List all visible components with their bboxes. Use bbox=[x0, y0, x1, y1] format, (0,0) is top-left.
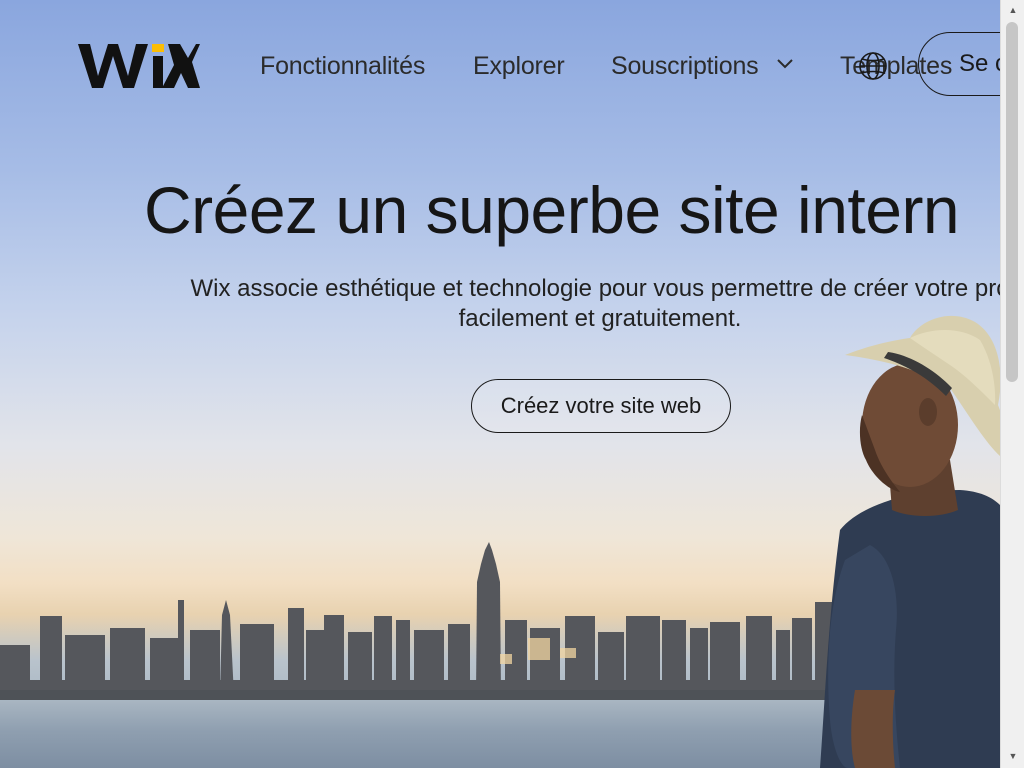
scroll-thumb[interactable] bbox=[1006, 22, 1018, 382]
hero-title: Créez un superbe site intern bbox=[144, 173, 960, 247]
globe-icon[interactable] bbox=[857, 50, 889, 82]
scroll-up-arrow-icon[interactable]: ▲ bbox=[1007, 4, 1019, 16]
nav-features-link[interactable]: Fonctionnalités bbox=[260, 52, 425, 81]
man-with-hat-image bbox=[820, 315, 1000, 768]
login-button[interactable]: Se c bbox=[918, 32, 1000, 96]
browser-viewport: Fonctionnalités Explorer Souscriptions T… bbox=[0, 0, 1024, 768]
hero-subtitle-line1: Wix associe esthétique et technologie po… bbox=[190, 275, 1000, 302]
hero-subtitle-line2: facilement et gratuitement. bbox=[458, 305, 742, 332]
hero-section: Fonctionnalités Explorer Souscriptions T… bbox=[0, 0, 1000, 768]
chevron-down-icon[interactable] bbox=[776, 57, 794, 71]
wix-logo[interactable] bbox=[78, 38, 200, 94]
nav-plans-dropdown[interactable]: Souscriptions bbox=[611, 52, 759, 81]
scroll-down-arrow-icon[interactable]: ▼ bbox=[1007, 750, 1019, 762]
nav-explore-link[interactable]: Explorer bbox=[473, 52, 565, 81]
create-website-button[interactable]: Créez votre site web bbox=[471, 379, 731, 433]
hero-subtitle: Wix associe esthétique et technologie po… bbox=[30, 274, 1000, 334]
vertical-scrollbar[interactable]: ▲ ▼ bbox=[1000, 0, 1024, 768]
